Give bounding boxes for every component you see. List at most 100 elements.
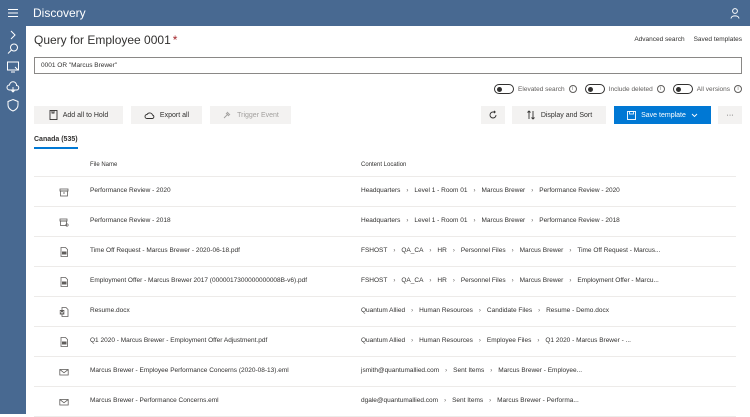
chevron-right-icon: › — [473, 187, 476, 194]
location-segment[interactable]: Level 1 - Room 01 — [414, 187, 467, 194]
cloud-export-icon — [144, 112, 155, 119]
query-input[interactable]: 0001 OR "Marcus Brewer" — [34, 57, 742, 74]
chevron-right-icon: › — [411, 307, 414, 314]
add-all-to-hold-label: Add all to Hold — [62, 111, 109, 119]
shield-icon[interactable] — [6, 98, 20, 112]
include-deleted-group: Include deleted i — [584, 84, 665, 94]
location-segment[interactable]: Time Off Request - Marcus... — [577, 247, 660, 254]
content-location-cell: dgale@quantumallied.com › Sent Items › Marcu… — [361, 397, 579, 404]
saved-templates-link[interactable]: Saved templates — [694, 36, 742, 43]
chevron-right-icon: › — [445, 367, 448, 374]
more-options-button[interactable]: ··· — [718, 106, 742, 124]
pdf-file-icon — [59, 277, 69, 287]
location-segment[interactable]: Candidate Files — [487, 307, 532, 314]
location-segment[interactable]: FSHOST — [361, 277, 387, 284]
location-segment[interactable]: Marcus Brewer — [520, 247, 564, 254]
main-content: Query for Employee 0001 * Advanced search… — [26, 26, 750, 417]
app-title: Discovery — [33, 6, 86, 20]
chevron-right-icon: › — [473, 217, 476, 224]
file-name-cell[interactable]: Marcus Brewer - Employee Performance Con… — [90, 367, 289, 374]
info-icon[interactable]: i — [568, 85, 577, 93]
device-icon[interactable] — [6, 60, 20, 74]
location-segment[interactable]: Resume - Demo.docx — [546, 307, 609, 314]
location-segment[interactable]: Marcus Brewer — [482, 217, 526, 224]
chevron-right-icon: › — [569, 277, 572, 284]
tab-canada[interactable]: Canada (535) — [34, 136, 78, 143]
location-segment[interactable]: Marcus Brewer - Employee... — [498, 367, 582, 374]
table-row[interactable]: Marcus Brewer - Performance Concerns.eml… — [34, 387, 736, 417]
cloud-icon[interactable] — [6, 80, 20, 94]
file-name-cell[interactable]: Performance Review - 2018 — [90, 217, 171, 224]
table-row[interactable]: Resume.docx Quantum Allied › Human Resource… — [34, 297, 736, 327]
pdf-file-icon — [59, 337, 69, 347]
all-versions-toggle[interactable] — [672, 84, 693, 94]
location-segment[interactable]: Level 1 - Room 01 — [414, 217, 467, 224]
add-all-to-hold-button[interactable]: Add all to Hold — [34, 106, 123, 124]
chevron-right-icon: › — [569, 247, 572, 254]
file-name-cell[interactable]: Marcus Brewer - Performance Concerns.eml — [90, 397, 219, 404]
page-title-text: Query for Employee 0001 — [34, 33, 171, 47]
location-segment[interactable]: Quantum Allied — [361, 307, 405, 314]
save-template-button[interactable]: Save template — [614, 106, 711, 124]
location-segment[interactable]: FSHOST — [361, 247, 387, 254]
location-segment[interactable]: dgale@quantumallied.com — [361, 397, 438, 404]
location-segment[interactable]: HR — [437, 247, 446, 254]
include-deleted-toggle[interactable] — [584, 84, 605, 94]
location-segment[interactable]: Human Resources — [419, 337, 473, 344]
table-row[interactable]: Performance Review - 2020 Headquarters › Le… — [34, 177, 736, 207]
location-segment[interactable]: Human Resources — [419, 307, 473, 314]
column-content-location[interactable]: Content Location — [361, 162, 406, 168]
location-segment[interactable]: Quantum Allied — [361, 337, 405, 344]
location-segment[interactable]: jsmith@quantumallied.com — [361, 367, 439, 374]
location-segment[interactable]: QA_CA — [401, 247, 423, 254]
chevron-right-icon: › — [489, 397, 492, 404]
search-icon[interactable] — [6, 42, 20, 56]
menu-icon[interactable] — [0, 0, 26, 26]
table-row[interactable]: Employment Offer - Marcus Brewer 2017 (0… — [34, 267, 736, 297]
info-icon[interactable]: i — [734, 85, 742, 93]
location-segment[interactable]: Marcus Brewer — [482, 187, 526, 194]
user-icon[interactable] — [730, 6, 740, 24]
location-segment[interactable]: Headquarters — [361, 187, 400, 194]
file-name-cell[interactable]: Employment Offer - Marcus Brewer 2017 (0… — [90, 277, 307, 284]
trigger-event-label: Trigger Event — [237, 111, 279, 119]
chevron-right-icon[interactable] — [6, 28, 20, 42]
location-segment[interactable]: Sent Items — [453, 367, 484, 374]
table-row[interactable]: Marcus Brewer - Employee Performance Con… — [34, 357, 736, 387]
location-segment[interactable]: Marcus Brewer — [520, 277, 564, 284]
location-segment[interactable]: Personnel Files — [461, 277, 506, 284]
side-rail — [0, 26, 26, 414]
export-all-label: Export all — [159, 111, 190, 119]
file-name-cell[interactable]: Q1 2020 - Marcus Brewer - Employment Off… — [90, 337, 267, 344]
file-name-cell[interactable]: Performance Review - 2020 — [90, 187, 171, 194]
location-segment[interactable]: Personnel Files — [461, 247, 506, 254]
chevron-right-icon: › — [531, 217, 534, 224]
display-and-sort-button[interactable]: Display and Sort — [512, 106, 606, 124]
refresh-button[interactable] — [481, 106, 505, 124]
location-segment[interactable]: HR — [437, 277, 446, 284]
display-and-sort-label: Display and Sort — [540, 111, 593, 119]
elevated-search-toggle[interactable] — [494, 84, 515, 94]
export-all-button[interactable]: Export all — [131, 106, 202, 124]
location-segment[interactable]: Employment Offer - Marcu... — [577, 277, 659, 284]
location-segment[interactable]: Marcus Brewer - Performa... — [497, 397, 579, 404]
advanced-search-link[interactable]: Advanced search — [634, 36, 684, 43]
location-segment[interactable]: Employee Files — [487, 337, 531, 344]
trigger-event-button[interactable]: Trigger Event — [210, 106, 291, 124]
info-icon[interactable]: i — [656, 85, 665, 93]
location-segment[interactable]: Performance Review - 2020 — [539, 187, 620, 194]
file-name-cell[interactable]: Time Off Request - Marcus Brewer - 2020-… — [90, 247, 240, 254]
location-segment[interactable]: Sent Items — [452, 397, 483, 404]
elevated-search-label: Elevated search — [518, 85, 565, 93]
location-segment[interactable]: Q1 2020 - Marcus Brewer - ... — [545, 337, 631, 344]
file-name-cell[interactable]: Resume.docx — [90, 307, 130, 314]
chevron-right-icon: › — [511, 277, 514, 284]
table-row[interactable]: Q1 2020 - Marcus Brewer - Employment Off… — [34, 327, 736, 357]
table-row[interactable]: Performance Review - 2018 Headquarters › Le… — [34, 207, 736, 237]
column-file-name[interactable]: File Name — [90, 162, 117, 168]
word-file-icon — [59, 307, 69, 317]
location-segment[interactable]: Headquarters — [361, 217, 400, 224]
table-row[interactable]: Time Off Request - Marcus Brewer - 2020-… — [34, 237, 736, 267]
location-segment[interactable]: Performance Review - 2018 — [539, 217, 620, 224]
location-segment[interactable]: QA_CA — [401, 277, 423, 284]
